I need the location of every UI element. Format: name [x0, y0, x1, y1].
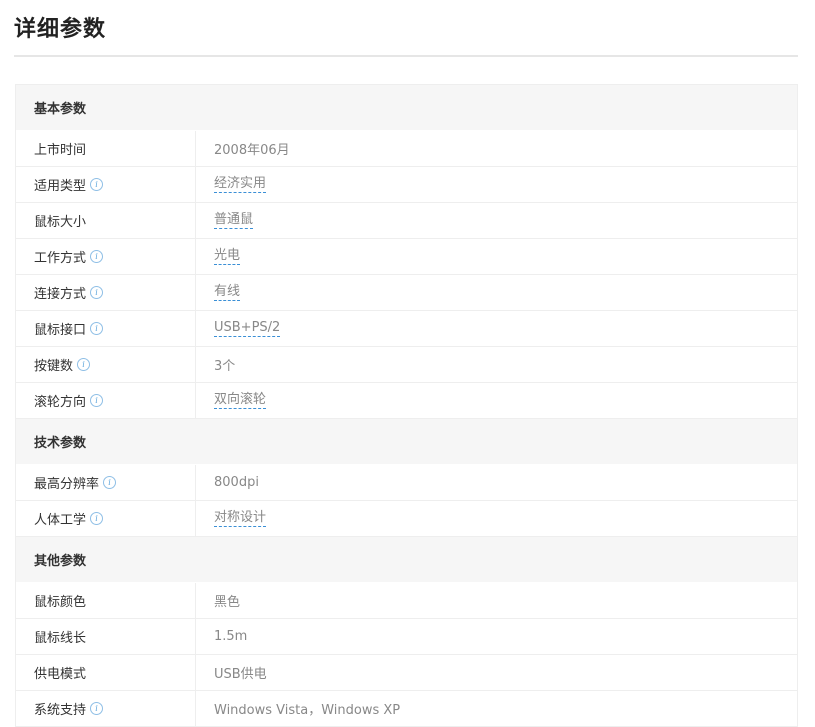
spec-row: 按键数 i 3个: [16, 347, 797, 383]
spec-value: USB供电: [214, 667, 267, 682]
spec-label-text: 人体工学: [34, 513, 87, 528]
spec-label-text: 最高分辨率: [34, 477, 100, 492]
spec-value-link[interactable]: 对称设计: [214, 510, 267, 527]
spec-row: 鼠标大小 普通鼠: [16, 203, 797, 239]
spec-label-text: 鼠标接口: [34, 323, 87, 338]
spec-label-text: 系统支持: [34, 703, 87, 718]
info-icon[interactable]: i: [90, 394, 104, 407]
info-icon[interactable]: i: [90, 178, 104, 191]
spec-row: 供电模式 USB供电: [16, 655, 797, 691]
spec-row: 上市时间 2008年06月: [16, 131, 797, 167]
spec-value-link[interactable]: USB+PS/2: [214, 320, 281, 337]
spec-row: 工作方式 i 光电: [16, 239, 797, 275]
info-icon[interactable]: i: [77, 358, 91, 371]
spec-label: 鼠标大小: [16, 203, 196, 238]
spec-label: 人体工学 i: [16, 501, 196, 536]
info-icon[interactable]: i: [90, 702, 104, 715]
spec-label: 上市时间: [16, 131, 196, 166]
spec-label: 适用类型 i: [16, 167, 196, 202]
info-icon[interactable]: i: [90, 286, 104, 299]
spec-row: 滚轮方向 i 双向滚轮: [16, 383, 797, 419]
info-icon[interactable]: i: [90, 322, 104, 335]
info-icon[interactable]: i: [103, 476, 117, 489]
spec-label: 鼠标接口 i: [16, 311, 196, 346]
spec-label-text: 鼠标线长: [34, 631, 87, 646]
spec-label-text: 适用类型: [34, 179, 87, 194]
spec-label-text: 鼠标大小: [34, 215, 87, 230]
spec-label-text: 鼠标颜色: [34, 595, 87, 610]
spec-value: 800dpi: [214, 475, 259, 490]
title-divider: [14, 55, 798, 57]
spec-value-link[interactable]: 双向滚轮: [214, 392, 267, 409]
spec-value: 1.5m: [214, 629, 248, 644]
section-header: 基本参数: [16, 85, 797, 131]
spec-label: 滚轮方向 i: [16, 383, 196, 418]
spec-value-link[interactable]: 经济实用: [214, 176, 267, 193]
spec-label: 鼠标颜色: [16, 583, 196, 618]
spec-row: 连接方式 i 有线: [16, 275, 797, 311]
spec-value: 3个: [214, 359, 236, 374]
spec-row: 鼠标线长 1.5m: [16, 619, 797, 655]
spec-label: 系统支持 i: [16, 691, 196, 726]
spec-value-link[interactable]: 光电: [214, 248, 241, 265]
spec-label-text: 工作方式: [34, 251, 87, 266]
info-icon[interactable]: i: [90, 250, 104, 263]
spec-label: 按键数 i: [16, 347, 196, 382]
spec-label: 工作方式 i: [16, 239, 196, 274]
info-icon[interactable]: i: [90, 512, 104, 525]
spec-label-text: 连接方式: [34, 287, 87, 302]
spec-value-link[interactable]: 有线: [214, 284, 241, 301]
spec-label: 供电模式: [16, 655, 196, 690]
spec-table: 基本参数 上市时间 2008年06月 适用类型 i 经济实用 鼠标大小 普通鼠 工作方式 i 光电连…: [15, 84, 798, 727]
spec-value: Windows Vista，Windows XP: [214, 703, 401, 718]
spec-label: 连接方式 i: [16, 275, 196, 310]
spec-row: 鼠标接口 i USB+PS/2: [16, 311, 797, 347]
spec-label-text: 按键数: [34, 359, 74, 374]
spec-row: 鼠标颜色 黑色: [16, 583, 797, 619]
section-header: 技术参数: [16, 419, 797, 465]
section-header: 其他参数: [16, 537, 797, 583]
page-title: 详细参数: [14, 17, 107, 42]
spec-value: 2008年06月: [214, 143, 290, 158]
spec-label-text: 滚轮方向: [34, 395, 87, 410]
spec-label-text: 上市时间: [34, 143, 87, 158]
spec-label: 最高分辨率 i: [16, 465, 196, 500]
spec-value-link[interactable]: 普通鼠: [214, 212, 254, 229]
spec-label-text: 供电模式: [34, 667, 87, 682]
spec-row: 人体工学 i 对称设计: [16, 501, 797, 537]
spec-row: 最高分辨率 i 800dpi: [16, 465, 797, 501]
spec-value: 黑色: [214, 595, 241, 610]
spec-row: 适用类型 i 经济实用: [16, 167, 797, 203]
spec-label: 鼠标线长: [16, 619, 196, 654]
spec-row: 系统支持 i Windows Vista，Windows XP: [16, 691, 797, 727]
